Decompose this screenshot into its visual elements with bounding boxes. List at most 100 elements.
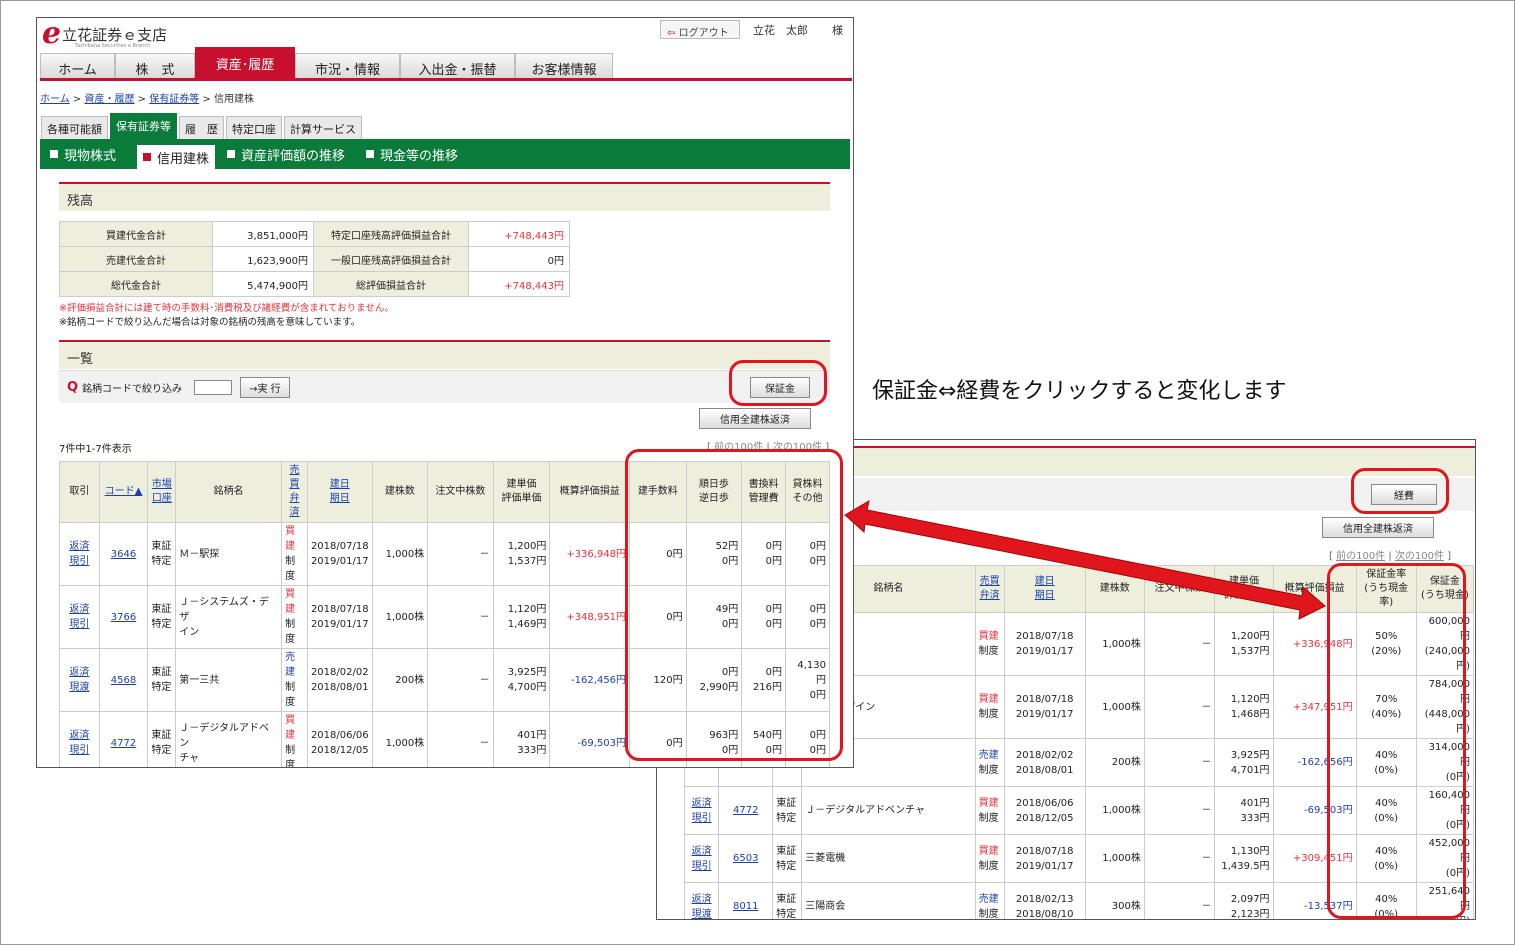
col-price-l1: 建単価 bbox=[506, 479, 537, 490]
stock-code-link[interactable]: 4772 bbox=[733, 805, 758, 816]
code-cell[interactable]: 6503 bbox=[718, 834, 774, 883]
quantity: 1,000株 bbox=[385, 737, 425, 749]
repay-link[interactable]: 返済 bbox=[692, 798, 712, 809]
order-cell: － bbox=[1143, 738, 1216, 787]
sort-due-link-2[interactable]: 期日 bbox=[1035, 590, 1055, 601]
side-cell: 売建 制度 bbox=[281, 648, 308, 712]
sort-due-link[interactable]: 期日 bbox=[330, 493, 350, 504]
prev-page-link-2[interactable]: 前の100件 bbox=[1336, 551, 1385, 562]
delivery-link[interactable]: 現引 bbox=[69, 619, 89, 630]
nav-home[interactable]: ホーム bbox=[40, 53, 115, 78]
col-date-2[interactable]: 建日 期日 bbox=[1003, 565, 1086, 613]
logout-button[interactable]: ⇦ ログアウト bbox=[660, 20, 740, 39]
col-side[interactable]: 売買 弁済 bbox=[281, 461, 308, 523]
balance-title: 残高 bbox=[67, 194, 94, 209]
date-cell: 2018/07/18 2019/01/17 bbox=[1003, 675, 1086, 739]
stock-code-link[interactable]: 3766 bbox=[111, 612, 136, 623]
col-order-2: 注文中株数 bbox=[1143, 565, 1216, 613]
trade-cell[interactable]: 返済 現引 bbox=[683, 834, 720, 883]
repay-link[interactable]: 返済 bbox=[69, 730, 89, 741]
tab-cash-trend[interactable]: 現金等の推移 bbox=[366, 145, 458, 164]
trade-cell[interactable]: 返済 現引 bbox=[59, 585, 100, 649]
nav-stocks[interactable]: 株 式 bbox=[115, 53, 195, 78]
eval-price: 1,439.5円 bbox=[1221, 860, 1270, 872]
code-cell[interactable]: 4772 bbox=[98, 711, 149, 767]
code-cell[interactable]: 3766 bbox=[98, 585, 149, 649]
repay-link[interactable]: 返済 bbox=[69, 604, 89, 615]
repay-link[interactable]: 返済 bbox=[69, 667, 89, 678]
market-cell: 東証 特定 bbox=[147, 522, 177, 586]
close-all-button-2[interactable]: 信用全建株返済 bbox=[1322, 517, 1434, 538]
tab-calc-service[interactable]: 計算サービス bbox=[284, 116, 362, 139]
close-all-button[interactable]: 信用全建株返済 bbox=[699, 408, 811, 429]
exec-button[interactable]: →実 行 bbox=[240, 376, 290, 398]
tab-available[interactable]: 各種可能額 bbox=[41, 116, 108, 139]
open-date: 2018/02/02 bbox=[310, 667, 369, 678]
sort-side-link-2[interactable]: 売買 bbox=[980, 576, 1000, 587]
tab-history[interactable]: 履 歴 bbox=[179, 116, 224, 139]
crumb-home[interactable]: ホーム bbox=[40, 94, 70, 105]
logo[interactable]: e立花証券ｅ支店 Tachibana Securities e Branch bbox=[42, 19, 167, 50]
delivery-link[interactable]: 現引 bbox=[69, 556, 89, 567]
name-cell: Ｊ－デジタルアドベンチャ bbox=[175, 711, 283, 767]
side: 買建 bbox=[285, 526, 296, 552]
col-date[interactable]: 建日 期日 bbox=[306, 461, 373, 523]
delivery-link[interactable]: 現引 bbox=[692, 861, 712, 872]
repay-link[interactable]: 返済 bbox=[692, 846, 712, 857]
composite-canvas: e立花証券ｅ支店 Tachibana Securities e Branch ⇦ … bbox=[0, 0, 1515, 945]
col-side-2[interactable]: 売買 弁済 bbox=[974, 565, 1005, 613]
nav-customer[interactable]: お客様情報 bbox=[515, 53, 613, 78]
sort-settle-link-2[interactable]: 弁済 bbox=[980, 590, 1000, 601]
sort-market-link[interactable]: 市場 bbox=[152, 479, 172, 490]
tab-margin-positions[interactable]: 信用建株 bbox=[137, 145, 216, 169]
sort-side-link[interactable]: 売買 bbox=[290, 465, 300, 490]
sort-settle-link[interactable]: 弁済 bbox=[290, 493, 300, 518]
sort-code-link[interactable]: コード▲ bbox=[105, 486, 143, 497]
date-cell: 2018/06/06 2018/12/05 bbox=[306, 711, 373, 767]
stock-name: Ｊ－システムズ・デザ bbox=[179, 596, 269, 623]
stock-code-link[interactable]: 4568 bbox=[111, 675, 136, 686]
tab-asset-trend[interactable]: 資産評価額の推移 bbox=[227, 145, 345, 164]
delivery-link[interactable]: 現渡 bbox=[69, 682, 89, 693]
repay-link[interactable]: 返済 bbox=[69, 541, 89, 552]
stock-code-link[interactable]: 8011 bbox=[733, 901, 758, 912]
repay-link[interactable]: 返済 bbox=[692, 894, 712, 905]
sort-account-link[interactable]: 口座 bbox=[152, 493, 172, 504]
code-cell[interactable]: 8011 bbox=[718, 882, 774, 919]
settle-type: 制度 bbox=[978, 764, 999, 776]
code-cell[interactable]: 4772 bbox=[718, 786, 774, 835]
sort-date-link[interactable]: 建日 bbox=[330, 479, 350, 490]
nav-assets[interactable]: 資産･履歴 bbox=[195, 47, 295, 78]
stock-code-link[interactable]: 6503 bbox=[733, 853, 758, 864]
crumb-assets[interactable]: 資産・履歴 bbox=[84, 94, 134, 105]
trade-cell[interactable]: 返済 現渡 bbox=[683, 882, 720, 920]
nav-market[interactable]: 市況・情報 bbox=[295, 53, 400, 78]
side-cell: 買建 制度 bbox=[974, 834, 1005, 883]
col-market[interactable]: 市場 口座 bbox=[147, 461, 177, 523]
open-price: 1,200円 bbox=[507, 541, 547, 552]
side-cell: 買建 制度 bbox=[281, 522, 308, 586]
trade-cell[interactable]: 返済 現引 bbox=[59, 711, 100, 767]
col-code[interactable]: コード▲ bbox=[98, 461, 149, 523]
sort-date-link-2[interactable]: 建日 bbox=[1035, 576, 1055, 587]
next-page-link-2[interactable]: 次の100件 bbox=[1395, 551, 1444, 562]
stock-code-link[interactable]: 3646 bbox=[111, 549, 136, 560]
trade-cell[interactable]: 返済 現引 bbox=[59, 522, 100, 586]
name-cell: 第一三共 bbox=[175, 648, 283, 712]
nav-deposit[interactable]: 入出金・振替 bbox=[400, 53, 515, 78]
market: 東証 bbox=[151, 541, 172, 552]
code-cell[interactable]: 4568 bbox=[98, 648, 149, 712]
tab-holdings[interactable]: 保有証券等 bbox=[110, 113, 177, 139]
stock-code-link[interactable]: 4772 bbox=[111, 738, 136, 749]
tab-spot-stocks[interactable]: 現物株式 bbox=[50, 145, 116, 164]
trade-cell[interactable]: 返済 現引 bbox=[683, 786, 720, 835]
tab-specific-account[interactable]: 特定口座 bbox=[226, 116, 282, 139]
crumb-holdings[interactable]: 保有証券等 bbox=[149, 94, 199, 105]
code-cell[interactable]: 3646 bbox=[98, 522, 149, 586]
trade-cell[interactable]: 返済 現渡 bbox=[59, 648, 100, 712]
delivery-link[interactable]: 現引 bbox=[69, 745, 89, 756]
delivery-link[interactable]: 現渡 bbox=[692, 909, 712, 920]
code-filter-input[interactable] bbox=[194, 379, 233, 395]
delivery-link[interactable]: 現引 bbox=[692, 813, 712, 824]
open-price: 1,130円 bbox=[1230, 845, 1270, 857]
